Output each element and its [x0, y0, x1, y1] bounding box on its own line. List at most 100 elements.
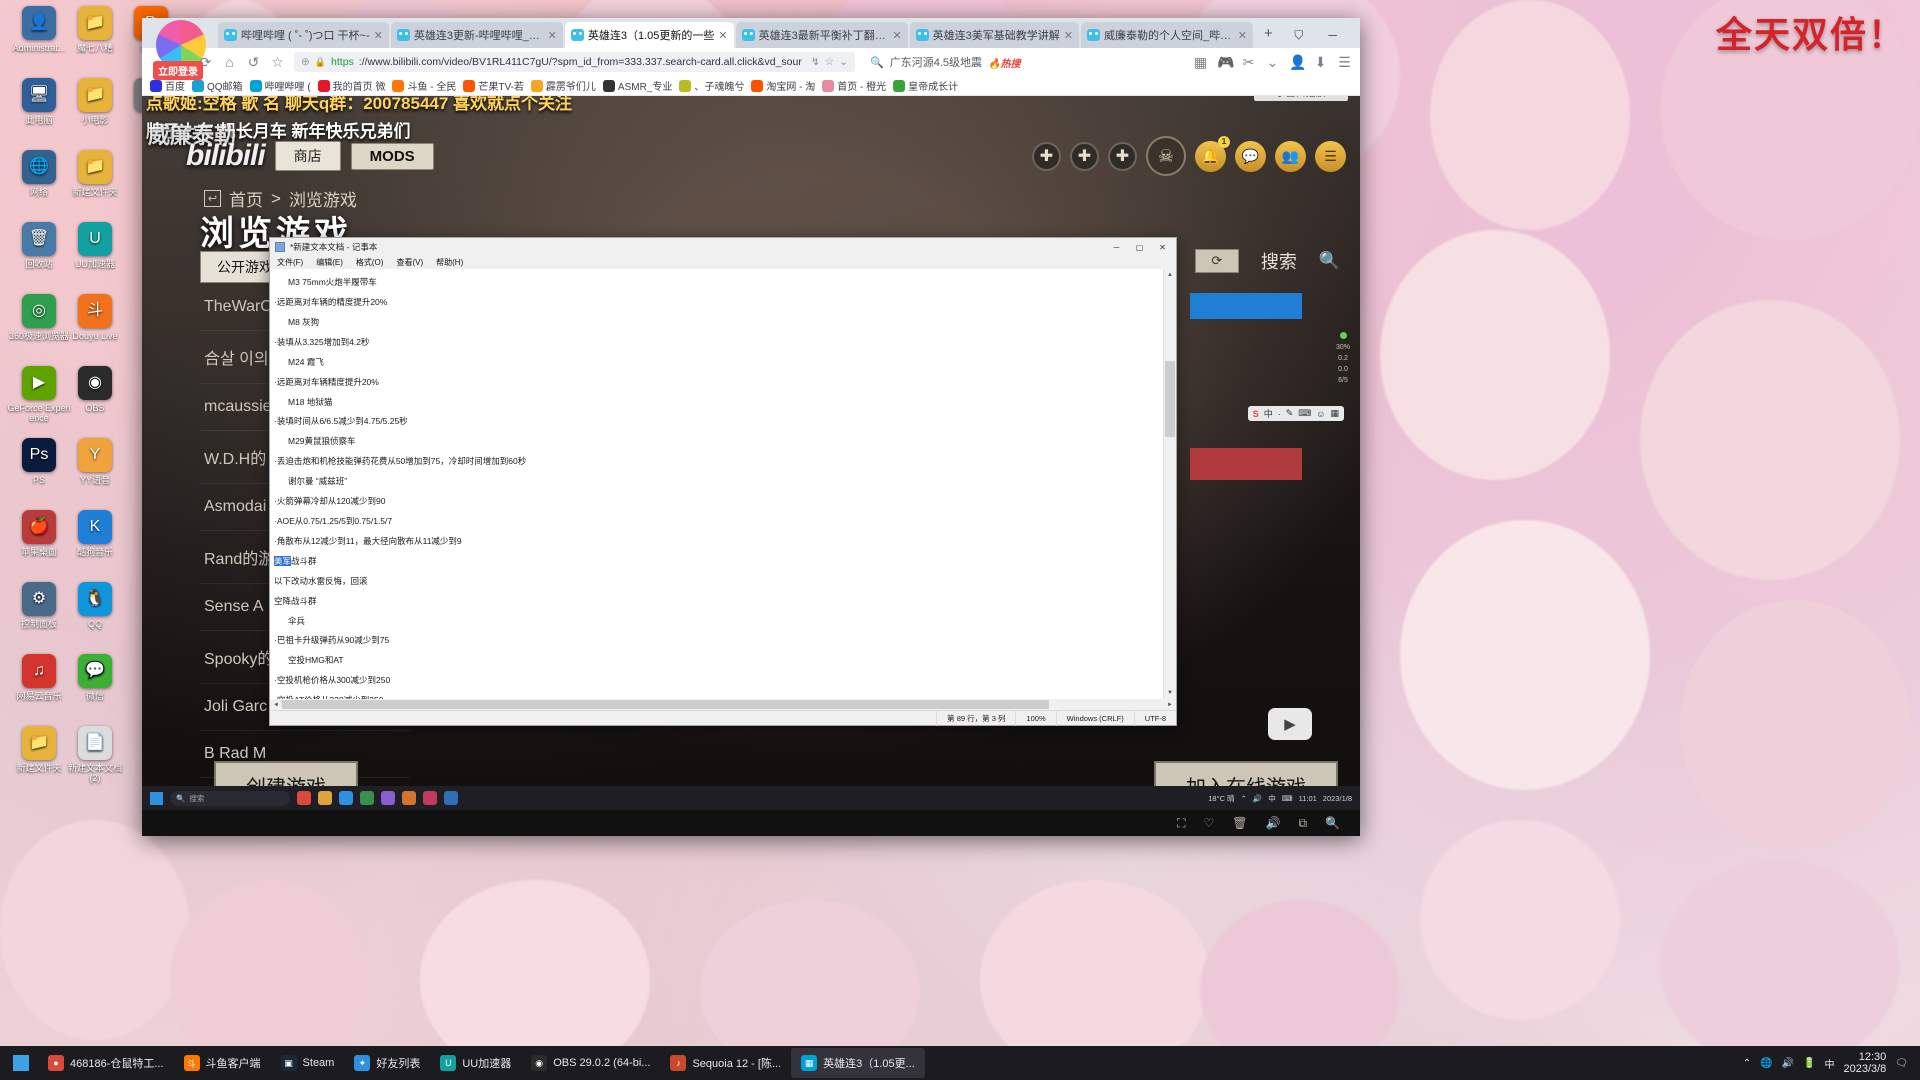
chevron-down-icon[interactable]: ⌄ [1265, 54, 1280, 71]
notepad-menu-item[interactable]: 编辑(E) [316, 257, 343, 268]
refresh-button[interactable]: ⟳ [1194, 249, 1239, 273]
menu-icon[interactable]: ☰ [1337, 54, 1352, 71]
network-icon[interactable]: 🌐 [1760, 1058, 1772, 1069]
volume-icon[interactable]: 🔊 [1266, 816, 1281, 830]
bookmark-item[interactable]: 百度 [150, 78, 185, 93]
browser-logo[interactable]: 立即登录 [150, 18, 212, 80]
scissor-icon[interactable]: ✂ [1241, 54, 1256, 71]
bookmark-item[interactable]: 霹雳爷们儿 [530, 78, 596, 93]
inner-taskbar-icon-6[interactable] [402, 791, 416, 805]
add-icon-1[interactable]: ✚ [1032, 141, 1061, 171]
notepad-title-bar[interactable]: *新建文本文档 - 记事本 ─ ▢ ✕ [270, 238, 1176, 257]
ime-dot-icon[interactable]: · [1278, 409, 1281, 419]
friends-icon[interactable]: 👥 [1275, 140, 1306, 172]
download-icon[interactable]: ⬇ [1313, 54, 1328, 71]
bookmark-item[interactable]: 淘宝网 - 淘 [751, 78, 815, 93]
trash-icon[interactable]: 🗑 [1232, 816, 1247, 830]
tab-close-icon[interactable]: ✕ [374, 29, 383, 42]
lightning-icon[interactable]: ↯ [811, 56, 820, 68]
bookmark-item[interactable]: 首页 - 橙光 [822, 78, 886, 93]
browser-tab[interactable]: 英雄连3最新平衡补丁翻译 哔 ✕ [735, 22, 908, 48]
browser-tab[interactable]: 英雄连3（1.05更新的一些 ✕ [564, 22, 734, 48]
pip-icon[interactable]: ⧉ [1298, 816, 1307, 831]
search-input[interactable]: 广东河源4.5级地震 [890, 54, 982, 70]
taskbar-button[interactable]: ▣ Steam [271, 1048, 345, 1078]
notepad-close-button[interactable]: ✕ [1151, 238, 1174, 256]
tab-close-icon[interactable]: ✕ [1064, 29, 1073, 42]
mods-button[interactable]: MODS [350, 142, 434, 170]
search-bar[interactable]: 🔍 广东河源4.5级地震 🔥热搜 [864, 52, 1184, 72]
battery-icon[interactable]: 🔋 [1803, 1058, 1815, 1069]
ime-emoji-icon[interactable]: ☺ [1316, 409, 1325, 419]
hscroll-track[interactable] [282, 699, 1164, 710]
home-icon[interactable]: ⌂ [222, 54, 237, 70]
volume-icon[interactable]: 🔊 [1782, 1058, 1794, 1069]
bookmark-item[interactable]: 哔哩哔哩 ( [249, 78, 311, 93]
ime-grid-icon[interactable]: ▦ [1330, 408, 1339, 419]
taskbar-button[interactable]: ▦ 英雄连3（1.05更... [791, 1048, 925, 1078]
chevron-up-icon[interactable]: ⌃ [1743, 1058, 1751, 1069]
zoom-icon[interactable]: 🔍 [1325, 816, 1340, 830]
ime-indicator[interactable]: 中 [1824, 1056, 1834, 1071]
bookmark-item[interactable]: 皇帝成长计 [893, 78, 958, 93]
tab-close-icon[interactable]: ✕ [1238, 29, 1247, 42]
desktop-icon[interactable]: Y YY语音 [62, 438, 128, 485]
scroll-up-arrow[interactable]: ▲ [1164, 269, 1176, 281]
volume-icon[interactable]: 🔊 [1253, 794, 1262, 803]
video-play-button[interactable]: ▶ [1268, 708, 1312, 740]
notepad-maximize-button[interactable]: ▢ [1128, 238, 1151, 256]
desktop-icon[interactable]: 斗 Douyu Live [62, 294, 128, 341]
browser-tab[interactable]: 威廉泰勒的个人空间_哔哩哔哩 ✕ [1080, 22, 1253, 48]
inner-taskbar-icon-5[interactable] [381, 791, 395, 805]
bookmark-star-icon[interactable]: ☆ [825, 56, 834, 68]
inner-taskbar-icon-2[interactable] [318, 791, 332, 805]
chevron-down-icon[interactable]: ⌄ [839, 56, 848, 68]
desktop-icon[interactable]: K 酷狗音乐 [62, 510, 128, 557]
taskbar-button[interactable]: ● 468186-仓鼠特工... [38, 1048, 174, 1078]
back-button[interactable]: ↩ [204, 190, 221, 207]
inner-start-icon[interactable] [150, 791, 163, 805]
notepad-minimize-button[interactable]: ─ [1105, 238, 1128, 256]
notepad-menu-item[interactable]: 文件(F) [277, 257, 303, 268]
notepad-window[interactable]: *新建文本文档 - 记事本 ─ ▢ ✕ 文件(F) 编辑(E) 格式(O) 查看(V)… [269, 237, 1177, 726]
notepad-text-content[interactable]: M3 75mm火炮半履带车 ·远距离对车辆的精度提升20% M8 灰狗 ·装填从3.3… [270, 269, 1176, 699]
taskbar-clock[interactable]: 12:30 2023/3/8 [1843, 1051, 1886, 1075]
hot-search-badge[interactable]: 🔥热搜 [988, 55, 1020, 70]
taskbar-button[interactable]: ◉ OBS 29.0.2 (64-bi... [521, 1048, 660, 1078]
tab-close-icon[interactable]: ✕ [892, 29, 901, 42]
inner-taskbar-icon-4[interactable] [360, 791, 374, 805]
mini-player-close-icon[interactable]: ✕ [1334, 96, 1342, 97]
notification-center-icon[interactable]: 🗨 [1895, 1058, 1908, 1069]
inner-weather[interactable]: 18°C 晴 [1208, 793, 1234, 804]
address-bar[interactable]: ⊕ 🔒 https ://www.bilibili.com/video/BV1R… [294, 52, 855, 72]
notification-bell-icon[interactable]: 🔔 1 [1195, 135, 1230, 172]
taskbar-button[interactable]: U UU加速器 [430, 1048, 521, 1078]
desktop-icon[interactable]: 📄 新建文本文档 (2) [62, 726, 128, 783]
ime-keyboard-icon[interactable]: ⌨ [1298, 408, 1311, 419]
notepad-menu-item[interactable]: 查看(V) [396, 257, 423, 268]
hscroll-right-arrow[interactable]: ► [1164, 702, 1176, 708]
browser-tab[interactable]: 哔哩哔哩 ( ˚- ˚)つ口 干杯~- ✕ [218, 22, 389, 48]
browser-tab[interactable]: 英雄连3美军基础教学讲解 ✕ [909, 22, 1079, 48]
notepad-text-area[interactable]: M3 75mm火炮半履带车 ·远距离对车辆的精度提升20% M8 灰狗 ·装填从3.3… [270, 269, 1176, 699]
fullscreen-icon[interactable]: ⛶ [1177, 816, 1185, 831]
inner-taskbar-icon-8[interactable] [444, 791, 458, 805]
search-icon[interactable]: 🔍 [1319, 251, 1340, 271]
like-icon[interactable]: ♡ [1204, 816, 1215, 830]
bookmark-item[interactable]: 、子魂魄兮 [679, 78, 744, 93]
taskbar-button[interactable]: 斗斗鱼客户端 [174, 1048, 271, 1078]
game-icon[interactable]: 🎮 [1217, 54, 1234, 71]
taskbar-button[interactable]: ♪ Sequoia 12 - [陈... [660, 1048, 791, 1078]
desktop-icon[interactable]: 🐧 QQ [62, 582, 128, 629]
apps-icon[interactable]: ▦ [1193, 54, 1208, 71]
inner-search-input[interactable]: 🔍 搜索 [170, 790, 290, 806]
notepad-menu-item[interactable]: 帮助(H) [436, 257, 463, 268]
desktop-icon[interactable]: U UU加速器 [62, 222, 128, 269]
ime-pen-icon[interactable]: ✎ [1286, 408, 1294, 419]
desktop-icon[interactable]: ◉ OBS [62, 366, 128, 413]
user-icon[interactable]: 👤 [1289, 54, 1306, 71]
shop-button[interactable]: 商店 [274, 141, 341, 171]
browser-collect-icon[interactable]: ⛉ [1282, 22, 1316, 48]
notepad-menu-item[interactable]: 格式(O) [356, 257, 384, 268]
chevron-up-icon[interactable]: ⌃ [1241, 794, 1247, 803]
